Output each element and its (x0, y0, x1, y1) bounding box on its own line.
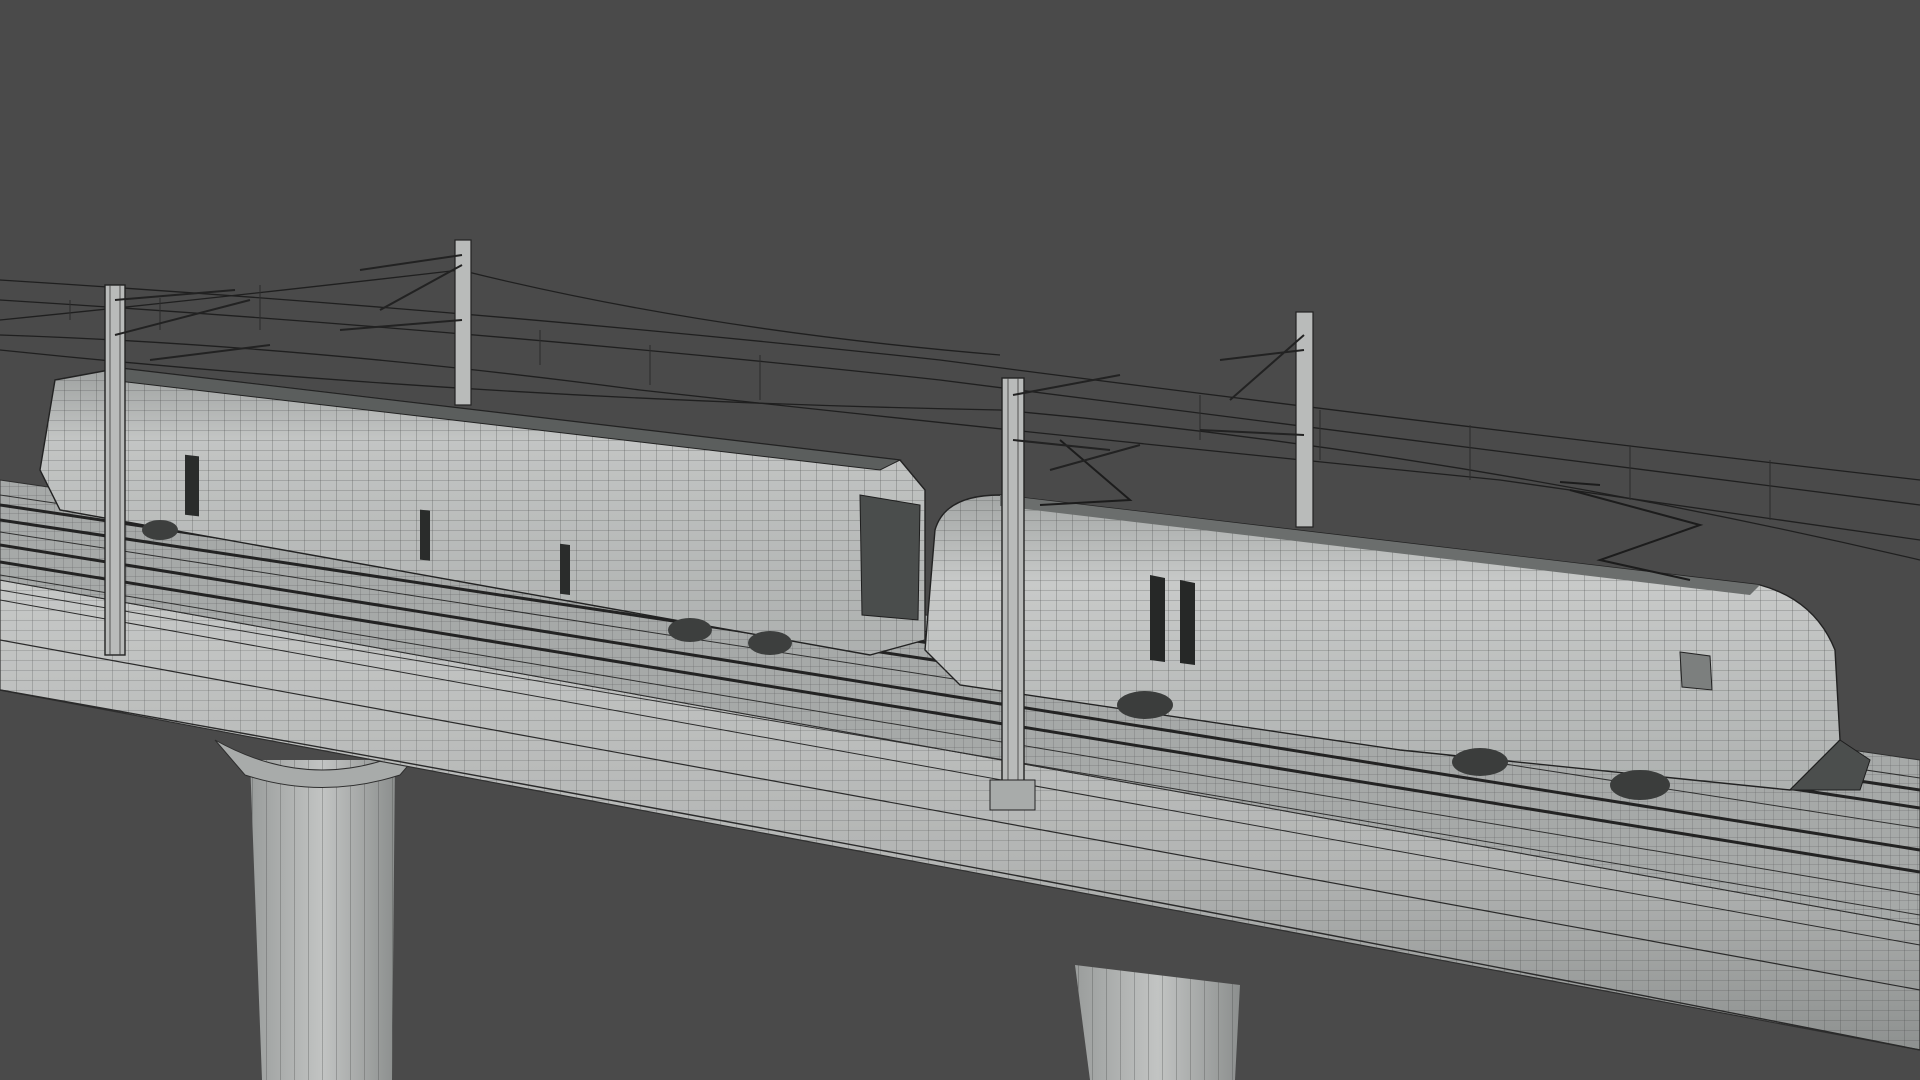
catenary-mast-2 (339, 239, 472, 406)
pantograph-rear (1039, 439, 1133, 506)
catenary-mast-4 (1199, 311, 1314, 528)
wireframe-viewport (0, 239, 1920, 1080)
viaduct-pier-left (214, 739, 431, 1080)
viaduct-pier-right (1075, 965, 1240, 1080)
